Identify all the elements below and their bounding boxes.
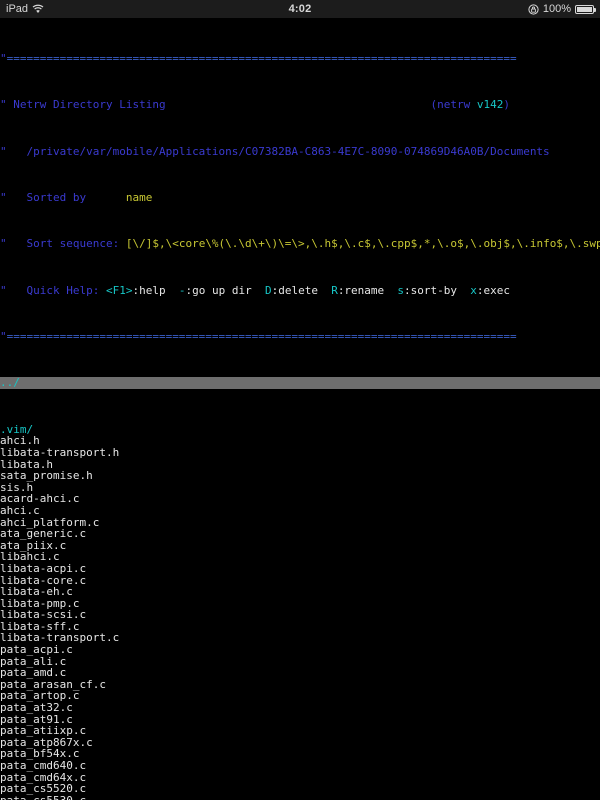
quick-help-key[interactable]: D: [265, 284, 272, 297]
quick-help-label: Quick Help:: [26, 283, 106, 297]
list-item-parent-dir[interactable]: ../: [0, 376, 20, 389]
list-item-file[interactable]: pata_cmd640.c: [0, 760, 600, 772]
list-item-file[interactable]: ahci_platform.c: [0, 516, 600, 529]
list-item-file[interactable]: libata-scsi.c: [0, 609, 600, 621]
list-item-file[interactable]: libata-eh.c: [0, 586, 600, 598]
sorted-by-label: Sorted by: [26, 190, 87, 204]
status-bar-right: 100%: [528, 3, 596, 15]
quick-help-desc: :rename: [337, 283, 398, 297]
netrw-title-row: " Netrw Directory Listing (netrw v142): [0, 99, 600, 111]
netrw-cursor-line[interactable]: ../: [0, 377, 600, 389]
list-item-directory[interactable]: .vim/: [0, 423, 600, 436]
quick-help-desc: :exec: [476, 283, 511, 297]
netrw-version-close: ): [503, 98, 510, 112]
list-item-file[interactable]: pata_atp867x.c: [0, 737, 600, 749]
comment-marker: ": [0, 190, 27, 204]
list-item-file[interactable]: pata_artop.c: [0, 690, 600, 702]
ios-status-bar: iPad 4:02 100%: [0, 0, 600, 18]
netrw-path-row: " /private/var/mobile/Applications/C0738…: [0, 144, 600, 158]
title-spacer: [166, 98, 431, 111]
rotation-lock-icon: [528, 3, 539, 15]
list-item-file[interactable]: pata_at91.c: [0, 713, 600, 726]
netrw-separator-top: "=======================================…: [0, 51, 600, 65]
netrw-sortedby-row[interactable]: " Sorted by name: [0, 192, 600, 204]
netrw-version-open: (netrw: [430, 98, 477, 112]
quick-help-key[interactable]: x: [470, 284, 477, 297]
battery-icon: [575, 4, 596, 14]
list-item-file[interactable]: pata_cs5520.c: [0, 783, 600, 795]
list-item-file[interactable]: ata_generic.c: [0, 528, 600, 540]
comment-marker: ": [0, 144, 27, 158]
netrw-version: v142: [476, 98, 504, 112]
comment-marker: ": [0, 330, 7, 344]
list-item-file[interactable]: pata_bf54x.c: [0, 748, 600, 760]
list-item-file[interactable]: libata-acpi.c: [0, 563, 600, 575]
clock-label: 4:02: [288, 3, 312, 15]
quick-help-key[interactable]: <F1>: [106, 284, 133, 297]
list-item-file[interactable]: ata_piix.c: [0, 539, 600, 552]
quick-help-desc: :delete: [271, 283, 332, 297]
netrw-sortsequence-row: " Sort sequence: [\/]$,\<core\%(\.\d\+\)…: [0, 238, 600, 250]
list-item-file[interactable]: pata_acpi.c: [0, 644, 600, 656]
separator-line-top: ========================================…: [6, 51, 517, 65]
quick-help-desc: :go up dir: [185, 283, 265, 297]
comment-marker: ": [0, 98, 14, 112]
list-item-file[interactable]: libata-core.c: [0, 574, 600, 587]
list-item-file[interactable]: pata_ali.c: [0, 655, 600, 668]
list-item-file[interactable]: sis.h: [0, 481, 600, 494]
battery-percent-label: 100%: [542, 3, 571, 15]
vim-netrw-terminal[interactable]: "=======================================…: [0, 18, 600, 800]
quick-help-desc: :help: [132, 283, 179, 297]
list-item-file[interactable]: sata_promise.h: [0, 470, 600, 482]
sorted-by-value: name: [125, 190, 153, 204]
netrw-title: Netrw Directory Listing: [13, 98, 166, 112]
list-item-file[interactable]: pata_cmd64x.c: [0, 771, 600, 784]
quick-help-items: <F1>:help -:go up dir D:delete R:rename …: [106, 284, 510, 297]
list-item-file[interactable]: acard-ahci.c: [0, 493, 600, 505]
netrw-file-list[interactable]: .vim/ahci.h libata-transport.h libata.h sat…: [0, 423, 600, 800]
list-item-file[interactable]: libata-pmp.c: [0, 597, 600, 610]
list-item-file[interactable]: libata-transport.c: [0, 632, 600, 644]
sorted-by-spacer: [86, 191, 126, 204]
quick-help-key[interactable]: R: [331, 284, 338, 297]
list-item-file[interactable]: pata_at32.c: [0, 702, 600, 714]
comment-marker: ": [0, 283, 27, 297]
sort-sequence-value: [\/]$,\<core\%(\.\d\+\)\=\>,\.h$,\.c$,\.…: [125, 237, 600, 251]
comment-marker: ": [0, 51, 7, 65]
netrw-separator-bottom: "=======================================…: [0, 331, 600, 343]
status-bar-left: iPad: [6, 3, 44, 15]
wifi-icon: [32, 4, 44, 14]
list-item-label: pata_cs5530.c: [0, 794, 86, 800]
list-item-file[interactable]: pata_cs5530.c: [0, 794, 600, 800]
separator-line-bottom: ========================================…: [6, 330, 517, 344]
netrw-path: /private/var/mobile/Applications/C07382B…: [26, 144, 550, 158]
carrier-label: iPad: [6, 3, 29, 15]
list-item-file[interactable]: libata-transport.h: [0, 447, 600, 459]
netrw-quickhelp-row[interactable]: " Quick Help: <F1>:help -:go up dir D:de…: [0, 283, 600, 297]
list-item-file[interactable]: pata_arasan_cf.c: [0, 679, 600, 691]
list-item-file[interactable]: libahci.c: [0, 551, 600, 563]
comment-marker: ": [0, 237, 27, 251]
sort-sequence-label: Sort sequence:: [26, 237, 126, 251]
quick-help-desc: :sort-by: [404, 283, 471, 297]
